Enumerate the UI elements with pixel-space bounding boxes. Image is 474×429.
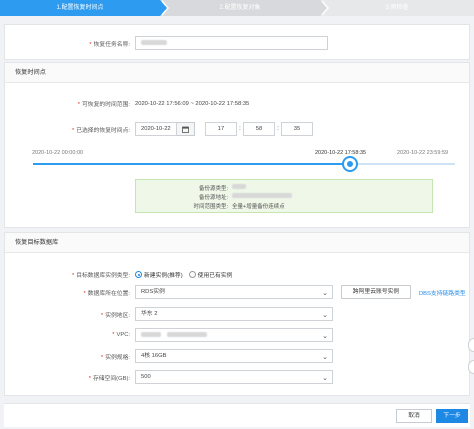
vpc-label: VPC: — [116, 332, 130, 338]
radio-existing-instance[interactable] — [188, 271, 196, 278]
hour-input[interactable]: 17 — [205, 122, 237, 136]
section-title-target-db: 恢复目标数据库 — [5, 233, 469, 253]
restorable-range-label: 可恢复的时间范围: — [82, 102, 130, 108]
step-3: 3.预检查 — [320, 0, 474, 16]
restore-time-panel: 恢复时间点 * 可恢复的时间范围: 2020-10-22 17:56:09 ~ 2… — [4, 62, 470, 228]
calendar-button[interactable] — [177, 122, 195, 136]
footer-bar: 取消 下一步 — [4, 403, 470, 427]
task-name-row: * 恢复任务名称: — [5, 36, 328, 50]
selected-time-row: * 已选择的恢复时间点: 2020-10-22 17 : 58 : 35 — [5, 122, 313, 136]
chevron-down-icon: ⌄ — [322, 290, 328, 297]
minute-input[interactable]: 58 — [243, 122, 275, 136]
second-input[interactable]: 35 — [281, 122, 313, 136]
step-1-label: 1.配置恢复时间点 — [56, 5, 104, 11]
time-range-type-value: 全量+增量备份连续点 — [232, 204, 285, 210]
slider-end-label: 2020-10-22 23:59:59 — [397, 150, 449, 156]
location-label: 数据库所在位置: — [87, 290, 130, 297]
next-button[interactable]: 下一步 — [436, 409, 468, 423]
region-select[interactable]: 华东 2 ⌄ — [135, 307, 333, 321]
cancel-button[interactable]: 取消 — [396, 409, 432, 423]
target-db-panel: 恢复目标数据库 * 目标数据库实例类型: 新建实例(推荐) 使用已有实例 * 数据库… — [4, 232, 470, 396]
spec-label: 实例规格: — [105, 354, 130, 361]
step-2-label: 2.配置恢复对象 — [219, 5, 261, 11]
spec-row: * 实例规格: 4核 16GB ⌄ — [5, 349, 333, 363]
spec-select-value: 4核 16GB — [141, 353, 167, 359]
vpc-row: * VPC: ⌄ — [5, 328, 333, 342]
instance-type-label: 目标数据库实例类型: — [76, 273, 130, 279]
task-name-panel: * 恢复任务名称: — [4, 24, 470, 60]
vpc-value-redacted — [141, 331, 161, 337]
dbs-supported-link[interactable]: DBS支持链路类型 — [419, 288, 466, 297]
wizard-steps: 1.配置恢复时间点 2.配置恢复对象 3.预检查 — [0, 0, 474, 16]
region-row: * 实例地区: 华东 2 ⌄ — [5, 307, 333, 321]
restorable-range-row: * 可恢复的时间范围: 2020-10-22 17:56:09 ~ 2020-10… — [77, 100, 250, 109]
region-label: 实例地区: — [105, 312, 130, 319]
chevron-down-icon: ⌄ — [322, 312, 328, 319]
storage-row: * 存储空间(GB): 500 ⌄ — [5, 370, 333, 384]
vpc-select[interactable]: ⌄ — [135, 328, 333, 342]
selected-time-label: 已选择的恢复时间点: — [76, 127, 130, 134]
region-select-value: 华东 2 — [141, 311, 158, 317]
restorable-range-value: 2020-10-22 17:56:09 ~ 2020-10-22 17:58:3… — [135, 100, 250, 107]
location-select[interactable]: RDS实例 ⌄ — [135, 285, 333, 299]
chevron-down-icon: ⌄ — [322, 354, 328, 361]
slider-start-label: 2020-10-22 00:00:00 — [32, 150, 84, 156]
step-2: 2.配置恢复对象 — [160, 0, 329, 16]
backup-source-type-label: 备份源类型: — [198, 186, 228, 192]
backup-source-address-label: 备份源地址: — [198, 195, 228, 201]
storage-label: 存储空间(GB): — [92, 375, 130, 382]
section-title-restore-time: 恢复时间点 — [5, 63, 469, 83]
chevron-down-icon: ⌄ — [322, 333, 328, 340]
calendar-icon — [182, 126, 189, 133]
side-scroll-handle[interactable] — [468, 338, 474, 352]
time-slider-track[interactable] — [33, 163, 455, 165]
location-select-value: RDS实例 — [141, 289, 165, 295]
location-row: * 数据库所在位置: RDS实例 ⌄ 跨阿里云账号实例 DBS支持链路类型 — [5, 285, 466, 299]
time-slider-handle[interactable] — [341, 156, 358, 172]
spec-select[interactable]: 4核 16GB ⌄ — [135, 349, 333, 363]
instance-type-row: * 目标数据库实例类型: 新建实例(推荐) 使用已有实例 — [5, 270, 232, 279]
storage-select-value: 500 — [141, 374, 151, 380]
chevron-down-icon: ⌄ — [322, 375, 328, 382]
side-scroll-handle-2[interactable] — [468, 360, 474, 374]
cross-account-button[interactable]: 跨阿里云账号实例 — [341, 285, 411, 299]
radio-new-instance-label[interactable]: 新建实例(推荐) — [144, 270, 183, 279]
time-range-type-label: 时间范围类型: — [193, 204, 228, 210]
backup-source-address-value-redacted — [232, 193, 292, 199]
radio-new-instance[interactable] — [135, 271, 142, 278]
step-3-label: 3.预检查 — [385, 5, 409, 11]
slider-current-label: 2020-10-22 17:58:35 — [315, 150, 367, 156]
time-slider-fill — [33, 163, 350, 165]
radio-existing-instance-label[interactable]: 使用已有实例 — [198, 270, 233, 279]
backup-source-type-value-redacted — [232, 184, 246, 190]
task-name-input[interactable] — [135, 36, 328, 50]
step-1: 1.配置恢复时间点 — [0, 0, 169, 16]
task-name-label: 恢复任务名称: — [93, 41, 130, 48]
task-name-value-redacted — [141, 39, 167, 45]
storage-select[interactable]: 500 ⌄ — [135, 370, 333, 384]
backup-info-box: 备份源类型: 备份源地址: 时间范围类型: 全量+增量备份连续点 — [135, 179, 433, 213]
date-input[interactable]: 2020-10-22 — [135, 122, 177, 136]
